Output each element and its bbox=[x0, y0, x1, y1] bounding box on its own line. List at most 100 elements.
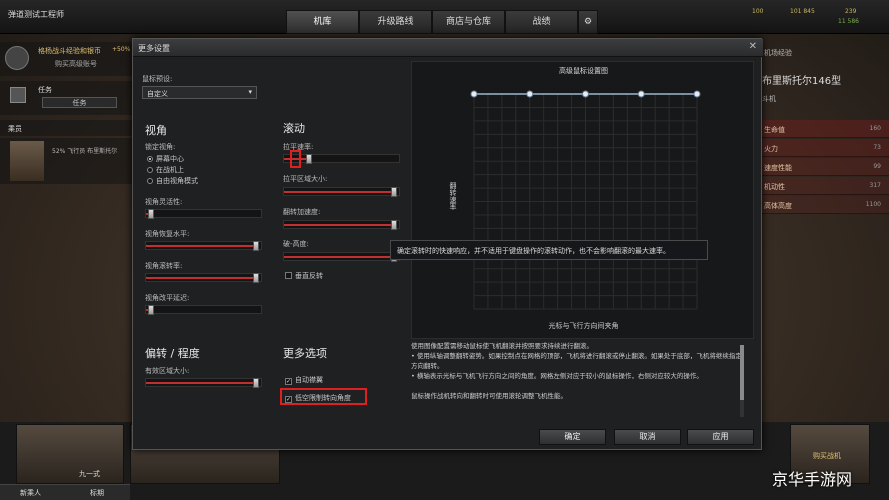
cancel-button[interactable]: 取消 bbox=[614, 429, 681, 445]
slider-knob[interactable] bbox=[253, 273, 259, 283]
slider-knob[interactable] bbox=[306, 154, 312, 164]
resource-4: 11 586 bbox=[838, 18, 859, 25]
control-point[interactable] bbox=[582, 90, 589, 98]
stat-firepower: 火力 73 bbox=[762, 139, 889, 157]
effective-area-slider[interactable] bbox=[145, 378, 262, 388]
exp-header: 机场经验 bbox=[764, 49, 792, 57]
checkbox-box bbox=[285, 272, 292, 279]
slider-fill bbox=[146, 382, 256, 384]
plane-name: 布里斯托尔146型 bbox=[762, 76, 842, 87]
task-icon bbox=[10, 87, 26, 103]
task-label: 任务 bbox=[38, 86, 52, 94]
right-panel: 机场经验 布里斯托尔146型 斗机 生命值 160 火力 73 速度性能 99 机动性… bbox=[762, 38, 889, 218]
mission-row[interactable]: 格杨战斗经验和银币 +50% 购买高级账号 bbox=[0, 42, 132, 76]
roll-slider-label-2: 翻转加速度: bbox=[283, 208, 321, 216]
tab-stats[interactable]: 战绩 bbox=[505, 10, 578, 34]
resource-3: 239 bbox=[845, 8, 857, 15]
chart-xlabel: 光标与飞行方向间夹角 bbox=[548, 322, 619, 330]
chart-ylabel: 翻转速率 bbox=[449, 182, 457, 210]
radio-dot bbox=[147, 156, 153, 162]
scroll-thumb[interactable] bbox=[740, 345, 744, 400]
slider-fill bbox=[146, 277, 256, 279]
settings-gear-icon[interactable]: ⚙ bbox=[578, 10, 598, 34]
description-scrollbar[interactable] bbox=[740, 345, 744, 417]
control-point[interactable] bbox=[470, 90, 478, 98]
preset-label: 鼠标预设: bbox=[142, 75, 173, 83]
auto-flaps-checkbox[interactable]: ✓ 自动襟翼 bbox=[285, 375, 323, 385]
bottom-tabs: 新乘人 标期 bbox=[0, 484, 130, 500]
plane-card-label: 九一式 bbox=[79, 470, 100, 478]
task-row[interactable]: 任务 任务 bbox=[0, 81, 132, 115]
dialog-title: 更多设置 bbox=[138, 44, 170, 53]
altitude-slider[interactable] bbox=[283, 252, 400, 262]
control-point[interactable] bbox=[693, 90, 701, 98]
control-point[interactable] bbox=[526, 90, 534, 98]
deflection-label: 有效区域大小: bbox=[145, 367, 190, 375]
tab-research[interactable]: 升级路线 bbox=[359, 10, 432, 34]
crew-row[interactable]: 52% 飞行员 布里斯托尔 bbox=[0, 138, 132, 184]
radio-dot bbox=[147, 167, 153, 173]
mission-sub[interactable]: 购买高级账号 bbox=[55, 59, 97, 69]
tooltip: 确定滚转时的快速响应，并不适用于键盘操作的滚转动作，也不会影响翻滚的最大速率。 bbox=[390, 240, 708, 260]
roll-slider-label-1: 拉平区域大小: bbox=[283, 175, 328, 183]
mission-title: 格杨战斗经验和银币 bbox=[38, 47, 101, 55]
mouse-chart: 高级鼠标设置图 翻转速率 光标与飞行方向间夹角 bbox=[411, 61, 754, 339]
resource-1: 100 bbox=[752, 8, 764, 15]
crew-info: 52% 飞行员 布里斯托尔 bbox=[52, 148, 118, 155]
left-panel: 格杨战斗经验和银币 +50% 购买高级账号 任务 任务 乘员 52% 飞行员 布… bbox=[0, 38, 132, 188]
desc-line: • 使用纵轴调整翻转姿势。如果控制点在网格的顶部，飞机将进行翻滚或停止翻滚。如果… bbox=[411, 352, 742, 370]
view-heading: 视角 bbox=[145, 124, 167, 137]
desc-line: 鼠标操作战机转向和翻转时可使用滚轮调整飞机性能。 bbox=[411, 392, 567, 400]
radio-dot bbox=[147, 178, 153, 184]
preset-value: 自定义 bbox=[147, 90, 168, 98]
close-icon[interactable]: ✕ bbox=[749, 41, 757, 52]
control-point[interactable] bbox=[637, 90, 645, 98]
level-area-slider[interactable] bbox=[283, 187, 400, 197]
preset-select[interactable]: 自定义 ▾ bbox=[142, 86, 257, 99]
tab-new-crew[interactable]: 新乘人 bbox=[20, 488, 41, 498]
slider-knob[interactable] bbox=[253, 241, 259, 251]
slider-fill bbox=[146, 245, 256, 247]
tab-hangar[interactable]: 机库 bbox=[286, 10, 359, 34]
slider-knob[interactable] bbox=[148, 305, 154, 315]
task-button[interactable]: 任务 bbox=[42, 97, 117, 108]
dialog-titlebar: 更多设置 ✕ bbox=[133, 39, 763, 57]
slider-fill bbox=[284, 224, 394, 226]
view-flex-slider[interactable] bbox=[145, 209, 262, 219]
slider-fill bbox=[284, 191, 394, 193]
radio-screen-center[interactable]: 屏幕中心 bbox=[147, 154, 184, 164]
tab-shop[interactable]: 商店与仓库 bbox=[432, 10, 505, 34]
slider-knob[interactable] bbox=[391, 220, 397, 230]
slider-knob[interactable] bbox=[148, 209, 154, 219]
roll-accel-slider[interactable] bbox=[283, 220, 400, 230]
view-slider-label-0: 视角灵活性: bbox=[145, 198, 183, 206]
top-bar: 弹道测试工程师 机库 升级路线 商店与仓库 战绩 ⚙ 100 101 845 2… bbox=[0, 0, 889, 34]
more-options-heading: 更多选项 bbox=[283, 347, 327, 360]
account-name[interactable]: 弹道测试工程师 bbox=[8, 9, 64, 20]
slider-knob[interactable] bbox=[253, 378, 259, 388]
view-level-slider[interactable] bbox=[145, 241, 262, 251]
highlight-box bbox=[290, 150, 301, 168]
badge-icon bbox=[5, 46, 29, 70]
buy-card-label: 购买战机 bbox=[813, 452, 841, 460]
crew-label: 乘员 bbox=[8, 125, 22, 133]
chart-svg[interactable] bbox=[412, 62, 755, 340]
check-icon: ✓ bbox=[285, 378, 292, 385]
stat-speed: 速度性能 99 bbox=[762, 158, 889, 176]
radio-free-view[interactable]: 自由视角模式 bbox=[147, 176, 198, 186]
radio-on-plane[interactable]: 在战机上 bbox=[147, 165, 184, 175]
invert-vertical-checkbox[interactable]: 垂直反转 bbox=[285, 271, 323, 281]
highlight-box bbox=[280, 388, 367, 405]
apply-button[interactable]: 应用 bbox=[687, 429, 754, 445]
tab-period[interactable]: 标期 bbox=[90, 488, 104, 498]
ok-button[interactable]: 确定 bbox=[539, 429, 606, 445]
plane-card[interactable]: 九一式 bbox=[16, 424, 124, 484]
resource-2: 101 845 bbox=[790, 8, 815, 15]
deflection-heading: 偏转 / 程度 bbox=[145, 347, 200, 360]
view-slider-label-2: 视角滚转率: bbox=[145, 262, 183, 270]
slider-knob[interactable] bbox=[391, 187, 397, 197]
view-roll-slider[interactable] bbox=[145, 273, 262, 283]
desc-line bbox=[411, 381, 746, 391]
stat-hp: 生命值 160 bbox=[762, 120, 889, 138]
view-delay-slider[interactable] bbox=[145, 305, 262, 315]
